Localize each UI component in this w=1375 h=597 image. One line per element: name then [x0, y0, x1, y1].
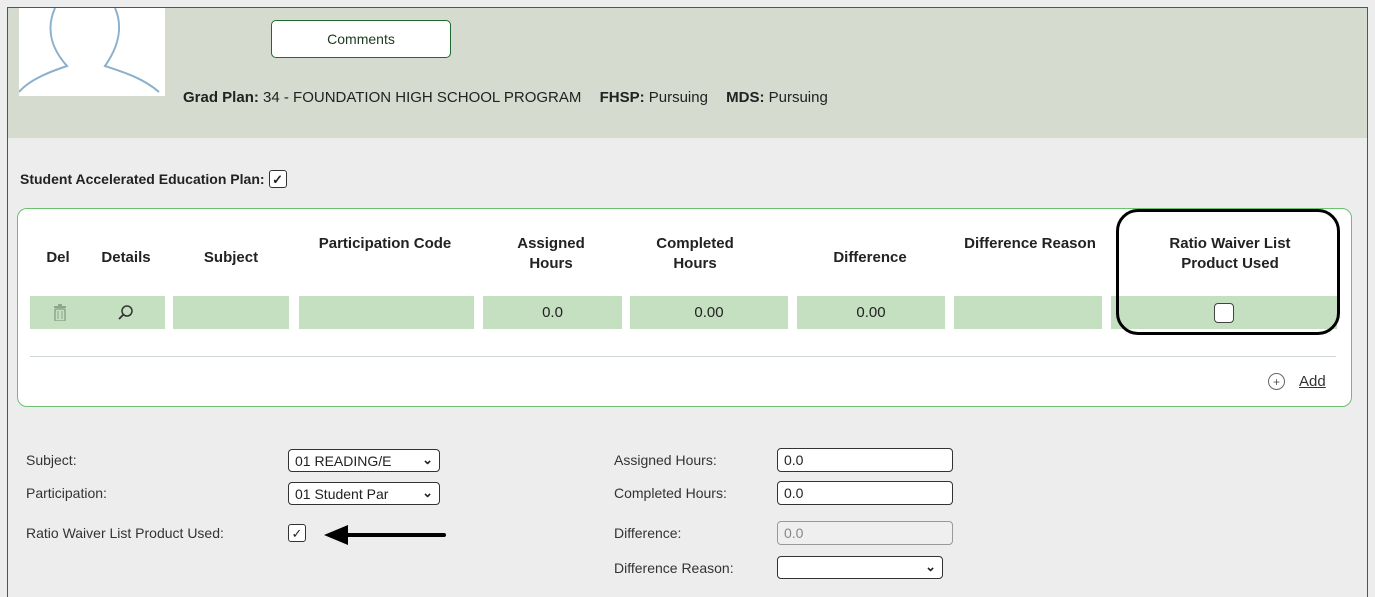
assigned-hours-label: Assigned Hours: [614, 452, 717, 468]
completed-hours-cell: 0.00 [630, 296, 788, 329]
assigned-hours-cell: 0.0 [483, 296, 622, 329]
completed-hours-label: Completed Hours: [614, 485, 727, 501]
difference-reason-label: Difference Reason: [614, 560, 734, 576]
comments-button[interactable]: Comments [271, 20, 451, 58]
search-icon[interactable] [118, 304, 134, 321]
chevron-down-icon: ⌄ [925, 559, 936, 574]
chevron-down-icon: ⌄ [422, 485, 433, 500]
grad-plan-label: Grad Plan: [183, 89, 259, 106]
col-header-completed-hours: Completed Hours [656, 235, 734, 272]
ratio-waiver-checkbox[interactable]: ✓ [288, 524, 306, 542]
saep-label: Student Accelerated Education Plan: [20, 171, 265, 187]
participation-label: Participation: [26, 485, 107, 501]
difference-cell: 0.00 [797, 296, 945, 329]
difference-input: 0.0 [777, 521, 953, 545]
delete-cell[interactable] [30, 296, 90, 329]
arrow-left-icon [324, 525, 446, 545]
participation-select-value: 01 Student Par [295, 485, 389, 502]
avatar [18, 7, 165, 96]
add-row-control[interactable]: + Add [1268, 373, 1326, 390]
ratio-waiver-cell [1111, 296, 1337, 329]
chevron-down-icon: ⌄ [422, 452, 433, 467]
ratio-waiver-label: Ratio Waiver List Product Used: [26, 525, 224, 541]
difference-label: Difference: [614, 525, 682, 541]
ratio-waiver-row-checkbox[interactable] [1214, 302, 1234, 323]
col-header-difference: Difference [833, 249, 907, 266]
subject-label: Subject: [26, 452, 77, 468]
participation-code-cell [299, 296, 474, 329]
details-cell[interactable] [87, 296, 165, 329]
participation-select[interactable]: 01 Student Par ⌄ [288, 482, 440, 505]
assigned-hours-input[interactable]: 0.0 [777, 448, 953, 472]
col-header-ratio-waiver: Ratio Waiver List Product Used [1169, 235, 1291, 272]
plus-circle-icon[interactable]: + [1268, 373, 1285, 390]
subject-select[interactable]: 01 READING/E ⌄ [288, 449, 440, 472]
col-header-del: Del [46, 249, 70, 266]
difference-reason-select[interactable]: ⌄ [777, 556, 943, 579]
col-header-subject: Subject [203, 249, 259, 266]
col-header-assigned-hours: Assigned Hours [517, 235, 585, 272]
fhsp-value: Pursuing [648, 89, 708, 106]
mds-label: MDS: [726, 89, 765, 106]
col-header-difference-reason: Difference Reason [964, 235, 1096, 252]
trash-icon[interactable] [53, 304, 67, 321]
col-header-participation-code: Participation Code [318, 235, 452, 252]
subject-cell [173, 296, 289, 329]
difference-reason-cell [954, 296, 1102, 329]
mds-value: Pursuing [768, 89, 828, 106]
user-silhouette-icon [18, 7, 160, 93]
col-header-details: Details [101, 249, 151, 266]
grid-divider [30, 356, 1336, 357]
grad-plan-line: Grad Plan: 34 - FOUNDATION HIGH SCHOOL P… [183, 89, 828, 106]
subject-select-value: 01 READING/E [295, 452, 392, 469]
student-header [8, 8, 1367, 138]
fhsp-label: FHSP: [599, 89, 645, 106]
saep-field: Student Accelerated Education Plan: ✓ [20, 170, 287, 188]
saep-checkbox[interactable]: ✓ [268, 170, 287, 188]
add-link[interactable]: Add [1299, 373, 1326, 390]
completed-hours-input[interactable]: 0.0 [777, 481, 953, 505]
grad-plan-value: 34 - FOUNDATION HIGH SCHOOL PROGRAM [263, 89, 582, 106]
